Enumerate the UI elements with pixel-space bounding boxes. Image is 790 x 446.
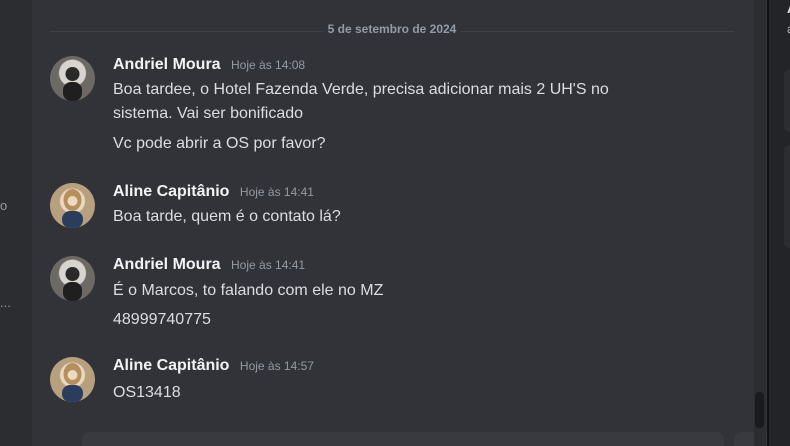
message-input[interactable] (82, 432, 724, 446)
scrollbar-track[interactable] (754, 0, 766, 446)
app-window: o ... 5 de setembro de 2024 Andriel Mour… (0, 0, 790, 446)
timestamp: Hoje às 14:41 (231, 258, 306, 272)
avatar[interactable] (50, 183, 95, 228)
message-header: Aline Capitânio Hoje às 14:41 (113, 183, 314, 201)
message-header: Andriel Moura Hoje às 14:41 (113, 256, 305, 274)
right-panel-card[interactable] (784, 70, 790, 132)
message-text: Vc pode abrir a OS por favor? (113, 135, 326, 152)
message-text: Boa tardee, o Hotel Fazenda Verde, preci… (113, 81, 609, 98)
chat-area: 5 de setembro de 2024 Andriel Moura Hoje… (32, 0, 782, 446)
author-name[interactable]: Aline Capitânio (113, 357, 229, 374)
sidebar-text-fragment: ... (0, 295, 11, 310)
message-header: Aline Capitânio Hoje às 14:57 (113, 357, 314, 375)
message-header: Andriel Moura Hoje às 14:08 (113, 56, 305, 74)
right-panel-card[interactable] (784, 145, 790, 248)
sidebar-text-fragment: o (0, 198, 8, 213)
avatar[interactable] (50, 56, 95, 101)
avatar[interactable] (50, 357, 95, 402)
message-text: É o Marcos, to falando com ele no MZ (113, 282, 384, 299)
message-text: 48999740775 (113, 311, 211, 328)
right-panel: A a (769, 0, 790, 446)
message-text: Boa tarde, quem é o contato lá? (113, 208, 341, 225)
scrollbar-thumb[interactable] (755, 392, 764, 428)
date-divider-label: 5 de setembro de 2024 (323, 22, 461, 36)
date-divider: 5 de setembro de 2024 (32, 22, 752, 36)
author-name[interactable]: Andriel Moura (113, 256, 221, 273)
timestamp: Hoje às 14:41 (239, 185, 314, 199)
author-name[interactable]: Aline Capitânio (113, 183, 229, 200)
timestamp: Hoje às 14:08 (231, 58, 306, 72)
message-text: OS13418 (113, 384, 181, 401)
timestamp: Hoje às 14:57 (239, 359, 314, 373)
left-sidebar: o ... (0, 0, 32, 446)
message-text: sistema. Vai ser bonificado (113, 105, 304, 122)
avatar[interactable] (50, 256, 95, 301)
author-name[interactable]: Andriel Moura (113, 56, 221, 73)
